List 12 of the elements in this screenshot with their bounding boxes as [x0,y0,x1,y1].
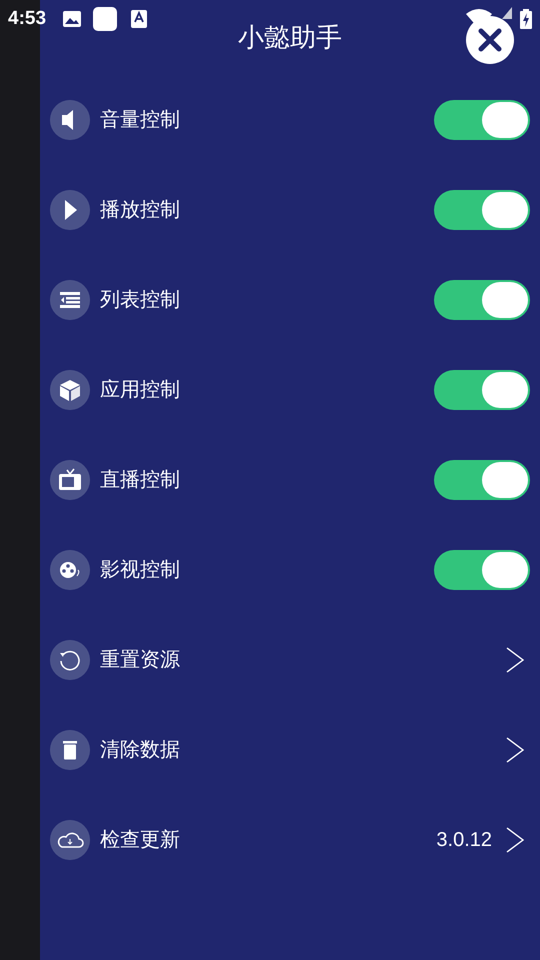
status-time: 4:53 [8,6,46,31]
setting-label: 重置资源 [100,648,180,673]
setting-label: 播放控制 [100,198,180,223]
setting-label: 音量控制 [100,108,180,133]
setting-label: 应用控制 [100,378,180,403]
setting-label: 清除数据 [100,738,180,763]
setting-label: 影视控制 [100,558,180,583]
setting-label: 列表控制 [100,288,180,313]
setting-label: 检查更新 [100,828,180,853]
version-text: 3.0.12 [436,828,492,853]
setting-label: 直播控制 [100,468,180,493]
app-title: 小懿助手 [238,21,342,54]
